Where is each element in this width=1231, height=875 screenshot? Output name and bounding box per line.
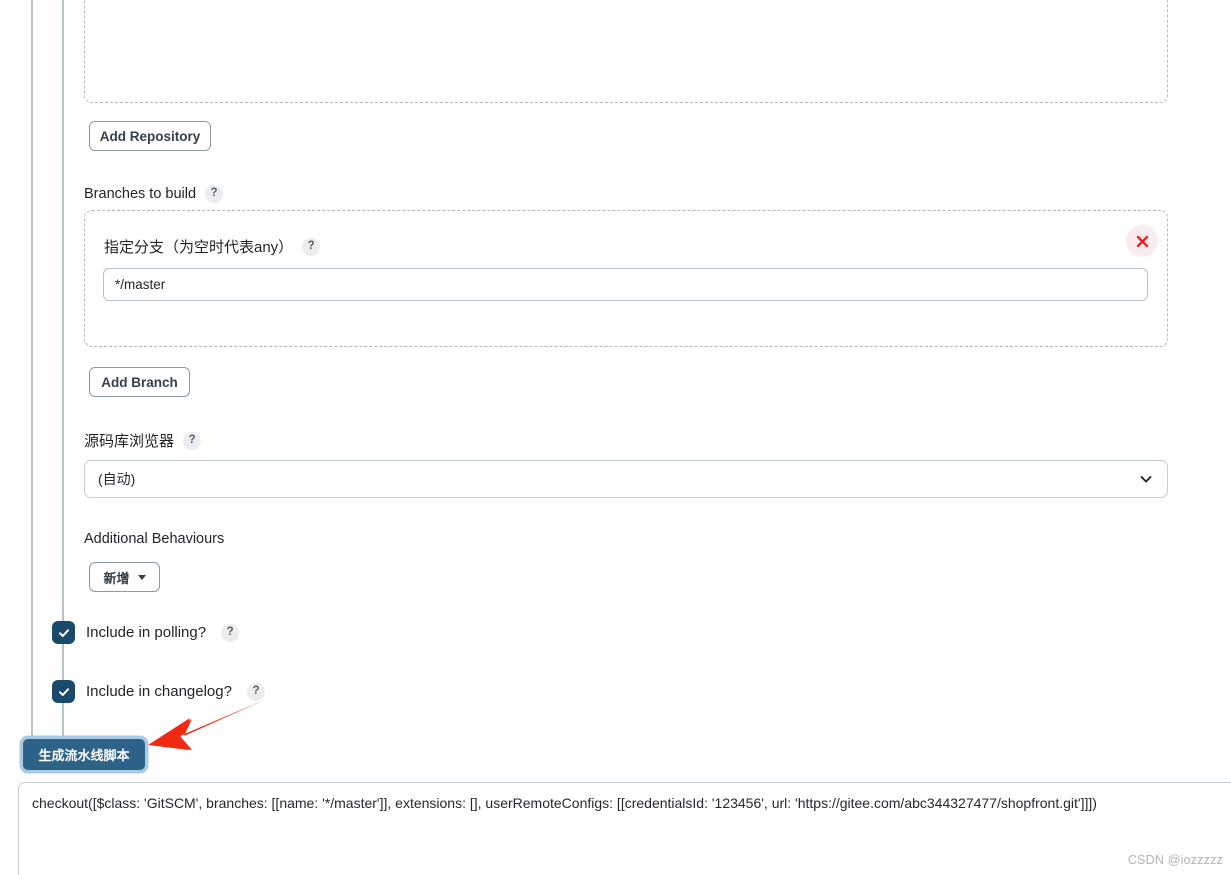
close-icon (1136, 235, 1149, 248)
add-behaviour-label: 新增 (103, 570, 130, 586)
generated-script-textarea[interactable] (18, 782, 1231, 875)
jenkins-pipeline-syntax-page: 高级... Add Repository Branches to build ?… (0, 0, 1231, 875)
remove-branch-button[interactable] (1126, 225, 1158, 257)
branches-to-build-text: Branches to build (84, 186, 197, 202)
repository-block: 高级... (84, 0, 1168, 103)
branches-to-build-label: Branches to build ? (84, 185, 224, 203)
include-in-changelog-row: Include in changelog? ? (52, 680, 265, 703)
additional-behaviours-label: Additional Behaviours (84, 531, 224, 547)
include-in-polling-label: Include in polling? (86, 624, 207, 641)
repository-browser-select-wrap: (自动) (84, 460, 1168, 498)
help-icon[interactable]: ? (205, 185, 224, 203)
additional-behaviours-text: Additional Behaviours (84, 531, 225, 547)
specify-branch-text: 指定分支（为空时代表any） (104, 239, 294, 256)
specify-branch-label: 指定分支（为空时代表any） ? (104, 236, 321, 257)
check-icon (57, 626, 71, 640)
check-icon (57, 685, 71, 699)
help-icon[interactable]: ? (221, 623, 240, 642)
repository-browser-selected-value: (自动) (98, 471, 136, 487)
include-in-polling-row: Include in polling? ? (52, 621, 240, 644)
add-repository-button[interactable]: Add Repository (89, 121, 211, 151)
include-in-changelog-label: Include in changelog? (86, 683, 232, 700)
caret-down-icon (137, 574, 146, 580)
branch-specifier-input[interactable] (103, 268, 1148, 301)
repository-browser-select[interactable]: (自动) (84, 460, 1168, 498)
include-in-changelog-checkbox[interactable] (52, 680, 75, 703)
add-behaviour-button[interactable]: 新增 (89, 562, 160, 592)
help-icon[interactable]: ? (246, 682, 265, 701)
csdn-watermark: CSDN @iozzzzz (1127, 853, 1223, 867)
repository-browser-text: 源码库浏览器 (84, 433, 175, 450)
include-in-polling-checkbox[interactable] (52, 621, 75, 644)
annotation-arrow-icon (140, 698, 265, 760)
help-icon[interactable]: ? (302, 237, 321, 256)
help-icon[interactable]: ? (183, 431, 202, 450)
add-branch-button[interactable]: Add Branch (89, 367, 190, 397)
generate-pipeline-script-button[interactable]: 生成流水线脚本 (23, 739, 145, 770)
section-rail-inner (62, 0, 64, 765)
section-rail-outer (31, 0, 33, 765)
repository-browser-label: 源码库浏览器 ? (84, 430, 202, 451)
